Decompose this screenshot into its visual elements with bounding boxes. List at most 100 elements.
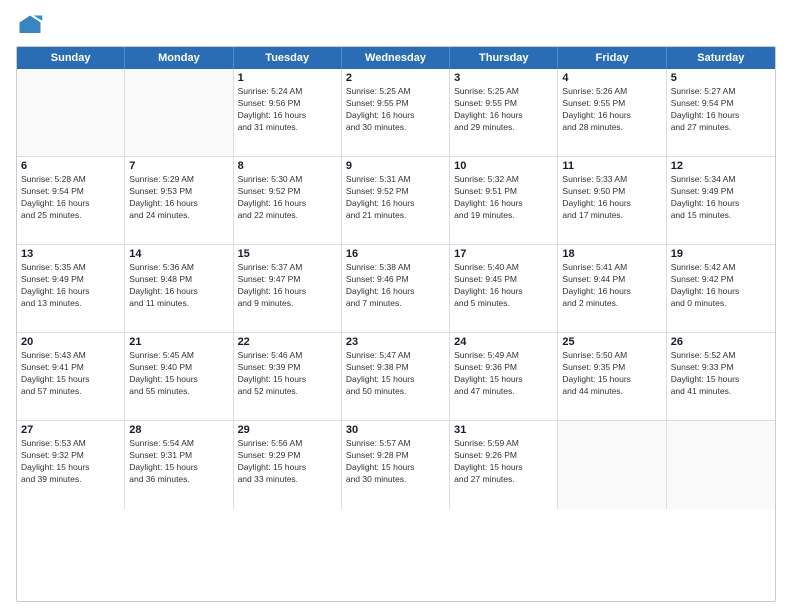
day-number: 25: [562, 336, 661, 348]
calendar-header-cell: Monday: [125, 47, 233, 69]
day-info: Sunrise: 5:45 AM Sunset: 9:40 PM Dayligh…: [129, 350, 228, 398]
calendar-cell: [125, 69, 233, 156]
day-number: 18: [562, 248, 661, 260]
calendar-header-cell: Saturday: [667, 47, 775, 69]
day-info: Sunrise: 5:50 AM Sunset: 9:35 PM Dayligh…: [562, 350, 661, 398]
day-info: Sunrise: 5:35 AM Sunset: 9:49 PM Dayligh…: [21, 262, 120, 310]
calendar-cell: 28 Sunrise: 5:54 AM Sunset: 9:31 PM Dayli…: [125, 421, 233, 509]
day-number: 8: [238, 160, 337, 172]
day-number: 20: [21, 336, 120, 348]
day-number: 10: [454, 160, 553, 172]
day-info: Sunrise: 5:41 AM Sunset: 9:44 PM Dayligh…: [562, 262, 661, 310]
calendar-cell: 16 Sunrise: 5:38 AM Sunset: 9:46 PM Dayli…: [342, 245, 450, 332]
day-number: 24: [454, 336, 553, 348]
calendar-header-cell: Thursday: [450, 47, 558, 69]
day-number: 13: [21, 248, 120, 260]
day-info: Sunrise: 5:42 AM Sunset: 9:42 PM Dayligh…: [671, 262, 771, 310]
day-info: Sunrise: 5:28 AM Sunset: 9:54 PM Dayligh…: [21, 174, 120, 222]
calendar-cell: 11Sunrise: 5:33 AM Sunset: 9:50 PM Dayli…: [558, 157, 666, 244]
calendar-cell: 17 Sunrise: 5:40 AM Sunset: 9:45 PM Dayli…: [450, 245, 558, 332]
calendar-header-cell: Friday: [558, 47, 666, 69]
day-number: 11: [562, 160, 661, 172]
calendar-cell: 9 Sunrise: 5:31 AM Sunset: 9:52 PM Daylig…: [342, 157, 450, 244]
calendar-cell: 21 Sunrise: 5:45 AM Sunset: 9:40 PM Dayli…: [125, 333, 233, 420]
calendar: SundayMondayTuesdayWednesdayThursdayFrid…: [16, 46, 776, 602]
day-info: Sunrise: 5:29 AM Sunset: 9:53 PM Dayligh…: [129, 174, 228, 222]
calendar-week-row: 27Sunrise: 5:53 AM Sunset: 9:32 PM Dayli…: [17, 421, 775, 509]
calendar-cell: 1 Sunrise: 5:24 AM Sunset: 9:56 PM Daylig…: [234, 69, 342, 156]
calendar-cell: 26Sunrise: 5:52 AM Sunset: 9:33 PM Dayli…: [667, 333, 775, 420]
calendar-cell: 29Sunrise: 5:56 AM Sunset: 9:29 PM Dayli…: [234, 421, 342, 509]
day-number: 27: [21, 424, 120, 436]
calendar-header-cell: Sunday: [17, 47, 125, 69]
day-info: Sunrise: 5:27 AM Sunset: 9:54 PM Dayligh…: [671, 86, 771, 134]
day-info: Sunrise: 5:36 AM Sunset: 9:48 PM Dayligh…: [129, 262, 228, 310]
day-number: 3: [454, 72, 553, 84]
day-number: 28: [129, 424, 228, 436]
calendar-cell: 19 Sunrise: 5:42 AM Sunset: 9:42 PM Dayli…: [667, 245, 775, 332]
calendar-cell: 2Sunrise: 5:25 AM Sunset: 9:55 PM Daylig…: [342, 69, 450, 156]
day-info: Sunrise: 5:25 AM Sunset: 9:55 PM Dayligh…: [346, 86, 445, 134]
calendar-week-row: 13 Sunrise: 5:35 AM Sunset: 9:49 PM Dayli…: [17, 245, 775, 333]
calendar-cell: 20 Sunrise: 5:43 AM Sunset: 9:41 PM Dayli…: [17, 333, 125, 420]
day-number: 1: [238, 72, 337, 84]
calendar-body: 1 Sunrise: 5:24 AM Sunset: 9:56 PM Daylig…: [17, 69, 775, 509]
calendar-cell: 30Sunrise: 5:57 AM Sunset: 9:28 PM Dayli…: [342, 421, 450, 509]
day-info: Sunrise: 5:25 AM Sunset: 9:55 PM Dayligh…: [454, 86, 553, 134]
calendar-cell: 24Sunrise: 5:49 AM Sunset: 9:36 PM Dayli…: [450, 333, 558, 420]
logo-icon: [16, 12, 44, 40]
calendar-cell: [558, 421, 666, 509]
day-number: 21: [129, 336, 228, 348]
day-info: Sunrise: 5:56 AM Sunset: 9:29 PM Dayligh…: [238, 438, 337, 486]
calendar-header-cell: Tuesday: [234, 47, 342, 69]
day-info: Sunrise: 5:59 AM Sunset: 9:26 PM Dayligh…: [454, 438, 553, 486]
day-number: 31: [454, 424, 553, 436]
calendar-week-row: 20 Sunrise: 5:43 AM Sunset: 9:41 PM Dayli…: [17, 333, 775, 421]
calendar-header-cell: Wednesday: [342, 47, 450, 69]
calendar-cell: 13 Sunrise: 5:35 AM Sunset: 9:49 PM Dayli…: [17, 245, 125, 332]
day-info: Sunrise: 5:37 AM Sunset: 9:47 PM Dayligh…: [238, 262, 337, 310]
calendar-header: SundayMondayTuesdayWednesdayThursdayFrid…: [17, 47, 775, 69]
calendar-cell: 5Sunrise: 5:27 AM Sunset: 9:54 PM Daylig…: [667, 69, 775, 156]
day-info: Sunrise: 5:40 AM Sunset: 9:45 PM Dayligh…: [454, 262, 553, 310]
day-info: Sunrise: 5:54 AM Sunset: 9:31 PM Dayligh…: [129, 438, 228, 486]
day-number: 9: [346, 160, 445, 172]
calendar-cell: 31 Sunrise: 5:59 AM Sunset: 9:26 PM Dayli…: [450, 421, 558, 509]
day-info: Sunrise: 5:57 AM Sunset: 9:28 PM Dayligh…: [346, 438, 445, 486]
calendar-cell: 15Sunrise: 5:37 AM Sunset: 9:47 PM Dayli…: [234, 245, 342, 332]
calendar-cell: 8 Sunrise: 5:30 AM Sunset: 9:52 PM Daylig…: [234, 157, 342, 244]
page: SundayMondayTuesdayWednesdayThursdayFrid…: [0, 0, 792, 612]
calendar-cell: 18 Sunrise: 5:41 AM Sunset: 9:44 PM Dayli…: [558, 245, 666, 332]
calendar-cell: 23Sunrise: 5:47 AM Sunset: 9:38 PM Dayli…: [342, 333, 450, 420]
day-info: Sunrise: 5:46 AM Sunset: 9:39 PM Dayligh…: [238, 350, 337, 398]
day-info: Sunrise: 5:34 AM Sunset: 9:49 PM Dayligh…: [671, 174, 771, 222]
day-number: 26: [671, 336, 771, 348]
day-number: 23: [346, 336, 445, 348]
calendar-cell: 14 Sunrise: 5:36 AM Sunset: 9:48 PM Dayli…: [125, 245, 233, 332]
day-info: Sunrise: 5:30 AM Sunset: 9:52 PM Dayligh…: [238, 174, 337, 222]
day-info: Sunrise: 5:26 AM Sunset: 9:55 PM Dayligh…: [562, 86, 661, 134]
day-number: 6: [21, 160, 120, 172]
day-info: Sunrise: 5:31 AM Sunset: 9:52 PM Dayligh…: [346, 174, 445, 222]
calendar-cell: 4 Sunrise: 5:26 AM Sunset: 9:55 PM Daylig…: [558, 69, 666, 156]
calendar-cell: 27Sunrise: 5:53 AM Sunset: 9:32 PM Dayli…: [17, 421, 125, 509]
header: [16, 12, 776, 40]
logo: [16, 12, 48, 40]
day-info: Sunrise: 5:38 AM Sunset: 9:46 PM Dayligh…: [346, 262, 445, 310]
calendar-cell: 10 Sunrise: 5:32 AM Sunset: 9:51 PM Dayli…: [450, 157, 558, 244]
day-number: 17: [454, 248, 553, 260]
day-info: Sunrise: 5:32 AM Sunset: 9:51 PM Dayligh…: [454, 174, 553, 222]
day-number: 16: [346, 248, 445, 260]
calendar-cell: 6 Sunrise: 5:28 AM Sunset: 9:54 PM Daylig…: [17, 157, 125, 244]
day-number: 4: [562, 72, 661, 84]
day-info: Sunrise: 5:24 AM Sunset: 9:56 PM Dayligh…: [238, 86, 337, 134]
day-number: 14: [129, 248, 228, 260]
day-number: 22: [238, 336, 337, 348]
day-number: 12: [671, 160, 771, 172]
calendar-cell: 7 Sunrise: 5:29 AM Sunset: 9:53 PM Daylig…: [125, 157, 233, 244]
day-info: Sunrise: 5:43 AM Sunset: 9:41 PM Dayligh…: [21, 350, 120, 398]
calendar-cell: [17, 69, 125, 156]
day-number: 7: [129, 160, 228, 172]
calendar-cell: 12 Sunrise: 5:34 AM Sunset: 9:49 PM Dayli…: [667, 157, 775, 244]
day-number: 19: [671, 248, 771, 260]
